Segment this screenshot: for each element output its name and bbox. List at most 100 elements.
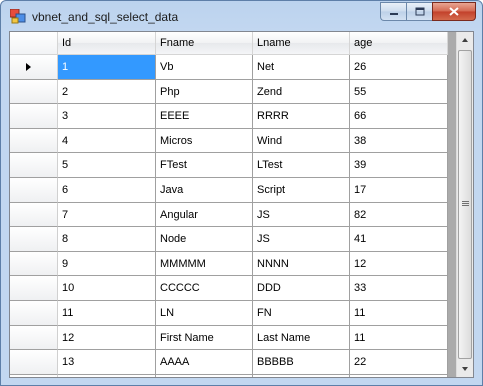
cell-fname[interactable]: EEEE [156, 104, 253, 129]
table-row[interactable]: 4 Micros Wind 38 [10, 128, 448, 154]
cell-lname[interactable]: Wind [253, 128, 350, 154]
cell-age[interactable]: 38 [350, 128, 448, 154]
table-row[interactable]: 3 EEEE RRRR 66 [10, 104, 448, 129]
cell-id[interactable]: 16 [58, 374, 156, 377]
cell-fname[interactable]: CCCCC [156, 276, 253, 301]
cell-lname[interactable]: Zend [253, 79, 350, 105]
row-header[interactable] [10, 325, 58, 351]
cell-lname[interactable]: FN [253, 300, 350, 326]
cell-fname[interactable]: First Name [156, 325, 253, 351]
table-row[interactable]: 13 AAAA BBBBB 22 [10, 350, 448, 375]
cell-age[interactable]: 11 [350, 300, 448, 326]
cell-id[interactable]: 10 [58, 276, 156, 301]
cell-id[interactable]: 2 [58, 79, 156, 105]
cell-lname[interactable]: NNNN [253, 251, 350, 277]
cell-fname[interactable]: Java [156, 177, 253, 203]
cell-lname[interactable]: Last Name [253, 325, 350, 351]
cell-age[interactable]: 41 [350, 227, 448, 252]
column-header-id[interactable]: Id [58, 32, 156, 55]
scroll-thumb[interactable] [458, 50, 472, 359]
cell-fname[interactable]: Php [156, 79, 253, 105]
cell-id[interactable]: 11 [58, 300, 156, 326]
scroll-grip-icon [462, 201, 469, 207]
minimize-button[interactable] [380, 2, 406, 21]
row-header[interactable] [10, 374, 58, 377]
row-header[interactable] [10, 79, 58, 105]
cell-fname[interactable]: C [156, 374, 253, 377]
cell-id[interactable]: 13 [58, 350, 156, 375]
table-row[interactable]: 16CC++17 [10, 374, 448, 377]
row-header[interactable] [10, 128, 58, 154]
cell-id[interactable]: 8 [58, 227, 156, 252]
row-header[interactable] [10, 227, 58, 252]
scroll-down-button[interactable] [457, 360, 473, 377]
row-header[interactable] [10, 276, 58, 301]
table-row[interactable]: 5 FTest LTest 39 [10, 153, 448, 178]
column-header-lname[interactable]: Lname [253, 32, 350, 55]
row-header[interactable] [10, 300, 58, 326]
cell-age[interactable]: 55 [350, 79, 448, 105]
close-button[interactable] [432, 2, 476, 21]
scroll-up-button[interactable] [457, 32, 473, 49]
cell-age[interactable]: 17 [350, 177, 448, 203]
row-header[interactable] [10, 202, 58, 228]
cell-lname[interactable]: DDD [253, 276, 350, 301]
cell-id[interactable]: 4 [58, 128, 156, 154]
row-header[interactable] [10, 153, 58, 178]
table-row[interactable]: 12 First Name Last Name 11 [10, 325, 448, 351]
close-icon [449, 7, 459, 16]
maximize-button[interactable] [406, 2, 432, 21]
vertical-scrollbar[interactable] [456, 32, 473, 377]
cell-id[interactable]: 6 [58, 177, 156, 203]
cell-age[interactable]: 82 [350, 202, 448, 228]
cell-lname[interactable]: Script [253, 177, 350, 203]
row-header[interactable] [10, 104, 58, 129]
cell-id[interactable]: 12 [58, 325, 156, 351]
cell-fname[interactable]: MMMMM [156, 251, 253, 277]
cell-fname[interactable]: AAAA [156, 350, 253, 375]
row-header[interactable] [10, 55, 58, 80]
title-bar[interactable]: vbnet_and_sql_select_data [1, 1, 482, 31]
table-row[interactable]: 7 Angular JS 82 [10, 202, 448, 228]
cell-id[interactable]: 1 [58, 55, 156, 80]
column-header-fname[interactable]: Fname [156, 32, 253, 55]
row-header[interactable] [10, 251, 58, 277]
cell-lname[interactable]: BBBBB [253, 350, 350, 375]
cell-lname[interactable]: RRRR [253, 104, 350, 129]
data-grid[interactable]: Id Fname Lname age 1 Vb Net 26 2 Php Zend 55 3 EE… [10, 32, 456, 377]
table-row[interactable]: 11 LN FN 11 [10, 300, 448, 326]
row-header[interactable] [10, 177, 58, 203]
cell-lname[interactable]: C++ [253, 374, 350, 377]
cell-id[interactable]: 5 [58, 153, 156, 178]
column-header-age[interactable]: age [350, 32, 448, 55]
cell-fname[interactable]: Micros [156, 128, 253, 154]
cell-age[interactable]: 17 [350, 374, 448, 377]
cell-age[interactable]: 12 [350, 251, 448, 277]
cell-fname[interactable]: Angular [156, 202, 253, 228]
table-row[interactable]: 8 Node JS 41 [10, 227, 448, 252]
table-row[interactable]: 6 Java Script 17 [10, 177, 448, 203]
table-row[interactable]: 2 Php Zend 55 [10, 79, 448, 105]
cell-lname[interactable]: Net [253, 55, 350, 80]
cell-age[interactable]: 11 [350, 325, 448, 351]
cell-lname[interactable]: LTest [253, 153, 350, 178]
table-row[interactable]: 10 CCCCC DDD 33 [10, 276, 448, 301]
cell-id[interactable]: 9 [58, 251, 156, 277]
cell-id[interactable]: 3 [58, 104, 156, 129]
cell-age[interactable]: 26 [350, 55, 448, 80]
cell-lname[interactable]: JS [253, 227, 350, 252]
cell-age[interactable]: 66 [350, 104, 448, 129]
table-row[interactable]: 9 MMMMM NNNN 12 [10, 251, 448, 277]
table-row[interactable]: 1 Vb Net 26 [10, 55, 448, 80]
cell-fname[interactable]: LN [156, 300, 253, 326]
cell-fname[interactable]: Node [156, 227, 253, 252]
cell-age[interactable]: 22 [350, 350, 448, 375]
cell-fname[interactable]: FTest [156, 153, 253, 178]
corner-header[interactable] [10, 32, 58, 55]
cell-fname[interactable]: Vb [156, 55, 253, 80]
cell-age[interactable]: 33 [350, 276, 448, 301]
cell-age[interactable]: 39 [350, 153, 448, 178]
cell-lname[interactable]: JS [253, 202, 350, 228]
row-header[interactable] [10, 350, 58, 375]
cell-id[interactable]: 7 [58, 202, 156, 228]
